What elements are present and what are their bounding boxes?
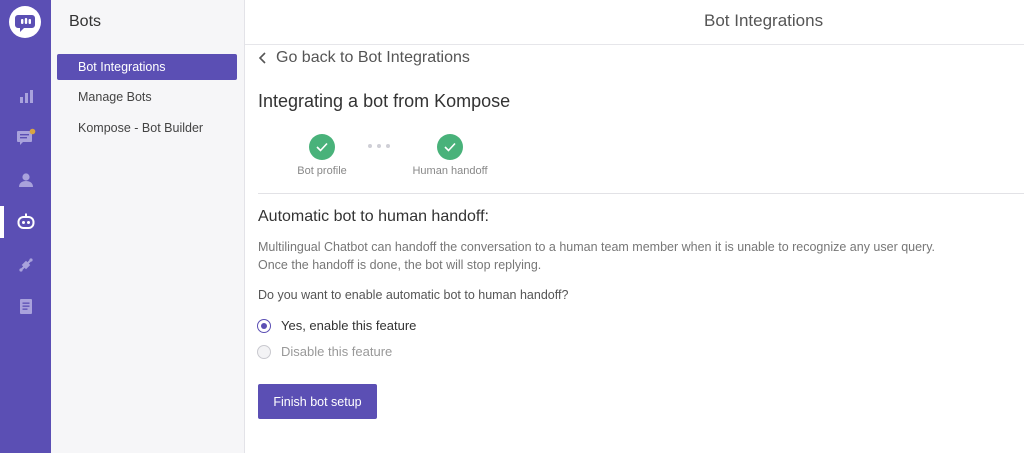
handoff-question: Do you want to enable automatic bot to h… — [258, 288, 569, 302]
integrations-icon[interactable] — [0, 247, 51, 283]
check-icon — [437, 134, 463, 160]
bots-sidebar: Bots Bot Integrations Manage Bots Kompos… — [51, 0, 245, 453]
step-label: Bot profile — [297, 165, 347, 177]
step-human-handoff: Human handoff — [405, 134, 495, 177]
chevron-left-icon — [258, 52, 266, 64]
step-bot-profile: Bot profile — [277, 134, 367, 177]
sidebar-item-bot-integrations[interactable]: Bot Integrations — [57, 54, 237, 80]
description-line: Multilingual Chatbot can handoff the con… — [258, 240, 936, 254]
bot-icon[interactable] — [0, 204, 51, 240]
section-description: Multilingual Chatbot can handoff the con… — [258, 238, 998, 274]
radio-unselected[interactable] — [257, 344, 271, 359]
step-connector — [368, 144, 390, 148]
back-link-label: Go back to Bot Integrations — [276, 49, 470, 66]
divider — [258, 193, 1024, 194]
chat-logo-icon[interactable] — [9, 6, 41, 38]
radio-selected[interactable] — [257, 318, 271, 333]
reports-icon[interactable] — [0, 288, 51, 324]
description-line: Once the handoff is done, the bot will s… — [258, 258, 542, 272]
finish-bot-setup-button[interactable]: Finish bot setup — [258, 384, 377, 419]
option-disable[interactable]: Disable this feature — [257, 344, 392, 359]
section-title: Automatic bot to human handoff: — [258, 208, 489, 225]
conversations-icon[interactable] — [0, 119, 51, 155]
icon-rail — [0, 0, 51, 453]
sidebar-item-kompose-bot-builder[interactable]: Kompose - Bot Builder — [57, 115, 237, 141]
back-link[interactable]: Go back to Bot Integrations — [256, 47, 470, 69]
option-label: Disable this feature — [281, 344, 393, 359]
sidebar-title: Bots — [69, 13, 102, 30]
option-enable[interactable]: Yes, enable this feature — [257, 318, 416, 333]
check-icon — [309, 134, 335, 160]
top-bar: Bot Integrations — [245, 0, 1024, 45]
users-icon[interactable] — [0, 162, 51, 198]
sidebar-item-manage-bots[interactable]: Manage Bots — [57, 84, 237, 110]
page-title: Bot Integrations — [704, 11, 824, 30]
integration-heading: Integrating a bot from Kompose — [258, 91, 511, 111]
option-label: Yes, enable this feature — [281, 318, 417, 333]
analytics-icon[interactable] — [0, 78, 51, 114]
step-label: Human handoff — [412, 165, 488, 177]
